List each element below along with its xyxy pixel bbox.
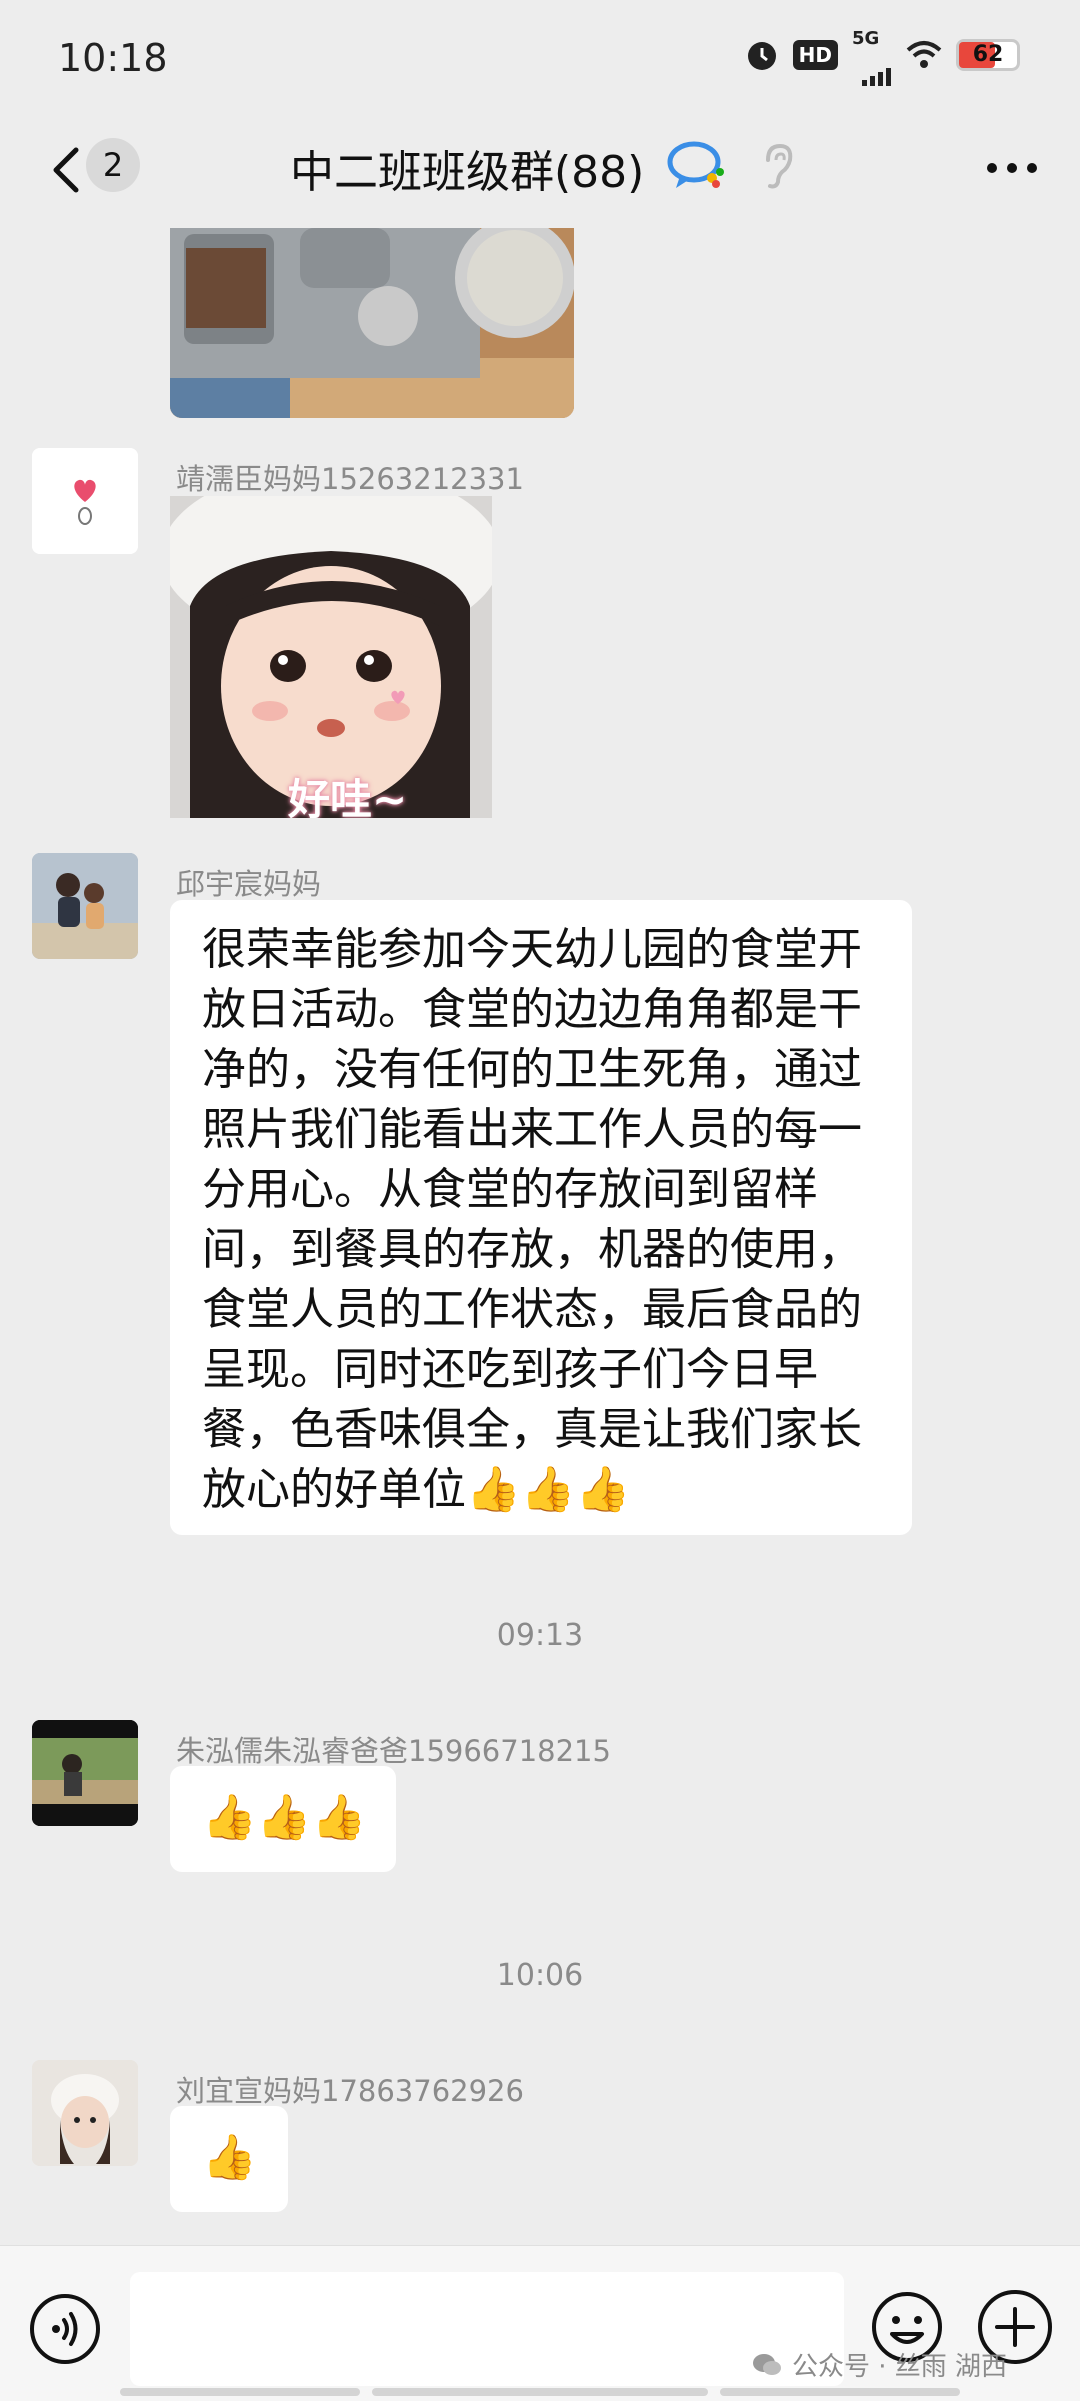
- avatar[interactable]: [32, 853, 138, 959]
- alarm-icon: [747, 42, 776, 70]
- chat-title: 中二班班级群(88): [290, 147, 645, 198]
- message-list[interactable]: 靖濡臣妈妈15263212331 好哇~ 邱宇宸妈妈 很荣幸能参加今天幼儿园的食…: [0, 228, 1080, 2245]
- timestamp: 09:13: [496, 1618, 584, 1653]
- avatar[interactable]: [32, 2060, 138, 2166]
- watermark: 公众号 · 丝雨 湖西: [752, 2346, 1007, 2383]
- gesture-bar: [120, 2388, 360, 2396]
- message-text: 👍: [202, 2132, 257, 2183]
- sender-name: 朱泓儒朱泓睿爸爸15966718215: [176, 1734, 611, 1768]
- message-input[interactable]: [130, 2272, 844, 2386]
- sticker-image[interactable]: 好哇~: [170, 496, 492, 818]
- sender-name: 靖濡臣妈妈15263212331: [176, 462, 524, 496]
- watermark-text: 公众号 · 丝雨 湖西: [792, 2352, 1008, 2382]
- timestamp: 10:06: [496, 1958, 584, 1993]
- group-chat-icon[interactable]: [666, 138, 728, 194]
- unread-badge: 2: [86, 138, 140, 192]
- input-bar: 公众号 · 丝雨 湖西: [0, 2245, 1080, 2401]
- sender-name: 邱宇宸妈妈: [176, 867, 322, 901]
- gesture-bar: [372, 2388, 708, 2396]
- signal-icon: 5G: [852, 30, 892, 86]
- hd-icon: HD: [792, 40, 838, 70]
- wifi-icon: [906, 41, 942, 68]
- status-bar: 10:18 HD 5G 62: [0, 0, 1080, 118]
- sender-name: 刘宜宣妈妈17863762926: [176, 2074, 524, 2108]
- title-icons: [666, 138, 796, 194]
- more-icon[interactable]: [982, 148, 1042, 188]
- wechat-logo-icon: [753, 2353, 781, 2375]
- status-time: 10:18: [58, 36, 168, 80]
- voice-button[interactable]: [30, 2294, 100, 2364]
- avatar[interactable]: [32, 1720, 138, 1826]
- status-icons: HD 5G 62: [745, 30, 1020, 86]
- voice-icon: [52, 2312, 78, 2346]
- ear-icon[interactable]: [760, 142, 796, 190]
- battery-level: 62: [972, 42, 1004, 67]
- battery-icon: 62: [956, 39, 1020, 71]
- food-tray-photo[interactable]: [170, 228, 574, 418]
- message-text: 👍👍👍: [202, 1792, 367, 1843]
- chat-header: 2 中二班班级群(88): [0, 118, 1080, 228]
- message-text: 很荣幸能参加今天幼儿园的食堂开放日活动。食堂的边边角角都是干净的，没有任何的卫生…: [202, 924, 862, 1515]
- avatar[interactable]: [32, 448, 138, 554]
- network-label: 5G: [852, 28, 880, 49]
- gesture-bar: [720, 2388, 960, 2396]
- sticker-caption: 好哇~: [288, 775, 408, 818]
